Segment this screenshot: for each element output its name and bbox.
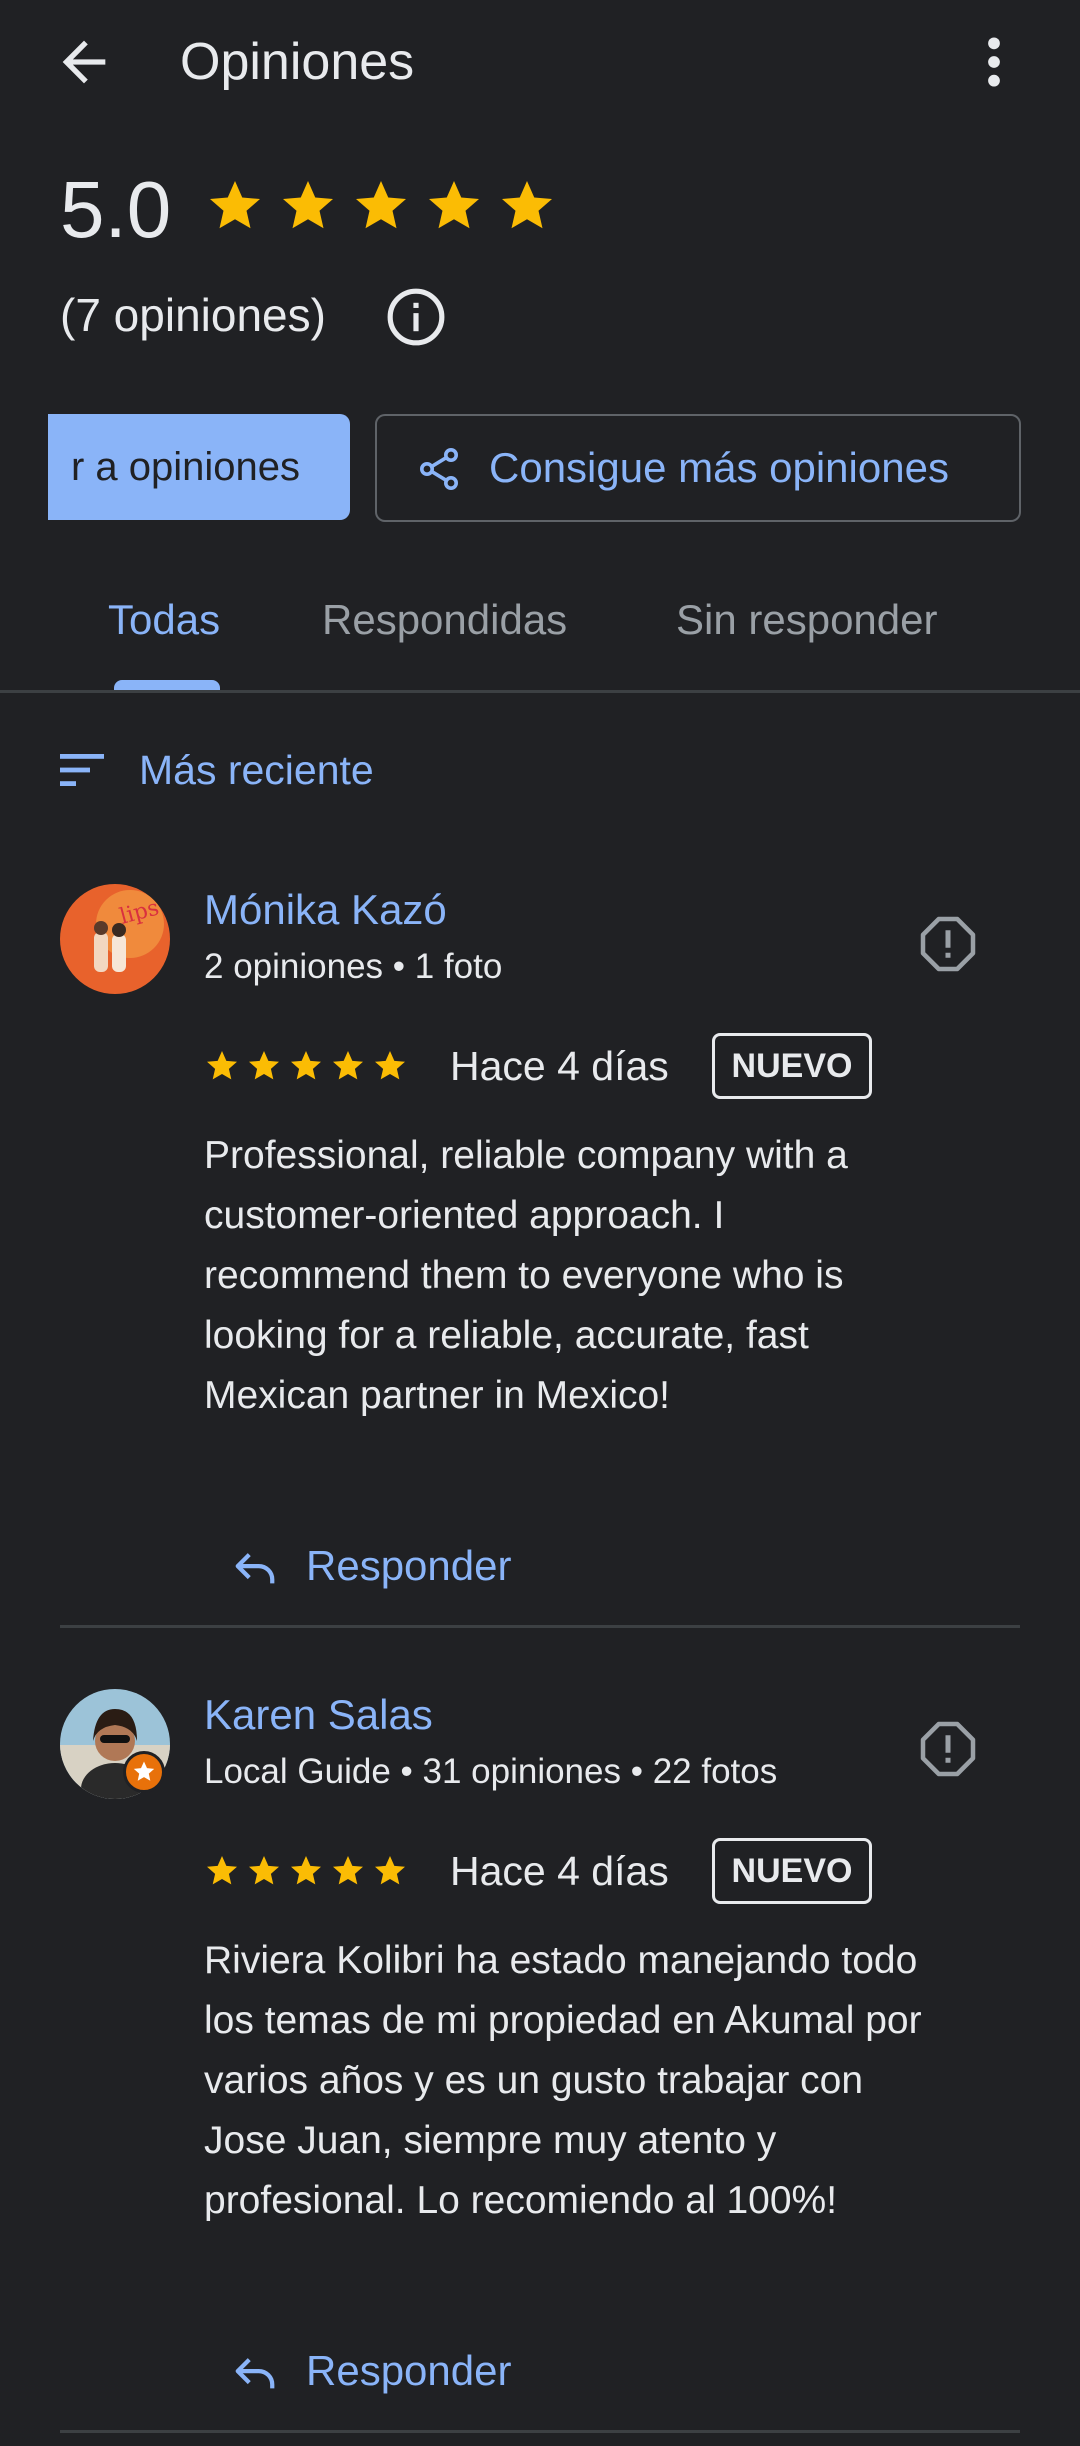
reviewer-name[interactable]: Mónika Kazó — [204, 882, 447, 938]
star-icon — [429, 181, 479, 229]
review-count: (7 opiniones) — [60, 289, 326, 341]
sort-label: Más reciente — [139, 747, 374, 793]
review-filter-tabs: Todas Respondidas Sin responder — [0, 570, 1080, 693]
sort-icon — [60, 754, 104, 786]
more-options-button[interactable] — [970, 30, 1018, 94]
reply-label: Responder — [306, 2347, 512, 2394]
reply-icon — [235, 1553, 275, 1584]
review-stars — [204, 1048, 408, 1084]
review-line: Professional, reliable company with a — [204, 1134, 848, 1177]
review-line: varios años y es un gusto trabajar con — [204, 2059, 864, 2102]
star-icon — [291, 1856, 321, 1885]
arrow-left-icon — [62, 40, 106, 84]
star-icon — [207, 1051, 237, 1080]
star-icon — [291, 1051, 321, 1080]
active-tab-indicator — [114, 680, 220, 690]
new-badge: NUEVO — [712, 1838, 872, 1904]
info-icon[interactable] — [385, 286, 447, 348]
review-divider — [60, 2430, 1020, 2433]
review-date: Hace 4 días — [450, 1043, 669, 1089]
get-more-reviews-label: Consigue más opiniones — [489, 444, 949, 491]
review-date: Hace 4 días — [450, 1848, 669, 1894]
reviewer-name[interactable]: Karen Salas — [204, 1687, 433, 1743]
reply-icon — [235, 2358, 275, 2389]
report-review-button[interactable] — [918, 914, 978, 974]
star-icon — [333, 1856, 363, 1885]
star-icon — [210, 181, 260, 229]
review-line: looking for a reliable, accurate, fast — [204, 1314, 809, 1357]
more-vert-icon — [988, 37, 1000, 87]
star-icon — [333, 1051, 363, 1080]
reviewer-meta: 2 opiniones • 1 foto — [204, 947, 503, 986]
avatar[interactable]: lips — [60, 884, 170, 994]
reply-to-reviews-label: r a opiniones — [70, 445, 300, 489]
share-icon — [420, 448, 458, 490]
review-text: Riviera Kolibri ha estado manejando todo… — [204, 1931, 1024, 2231]
review-line: Jose Juan, siempre muy atento y — [204, 2119, 777, 2162]
review-line: customer-oriented approach. I — [204, 1194, 725, 1237]
star-icon — [249, 1051, 279, 1080]
report-icon — [920, 1721, 976, 1777]
star-icon — [375, 1051, 405, 1080]
average-rating: 5.0 — [60, 165, 172, 254]
new-badge: NUEVO — [712, 1033, 872, 1099]
top-app-bar: Opiniones — [0, 0, 1080, 130]
reply-to-reviews-button[interactable]: r a opiniones — [48, 414, 350, 520]
review-line: recommend them to everyone who is — [204, 1254, 844, 1297]
reviewer-meta: Local Guide • 31 opiniones • 22 fotos — [204, 1752, 778, 1791]
review-line: Riviera Kolibri ha estado manejando todo — [204, 1939, 918, 1982]
tab-unanswered[interactable]: Sin responder — [676, 590, 938, 650]
back-button[interactable] — [52, 30, 116, 94]
local-guide-badge-icon — [123, 1751, 165, 1793]
page-title: Opiniones — [180, 33, 415, 91]
reply-label: Responder — [306, 1542, 512, 1589]
review-divider — [60, 1625, 1020, 1628]
review-line: los temas de mi propiedad en Akumal por — [204, 1999, 922, 2042]
tab-all[interactable]: Todas — [108, 590, 220, 650]
report-review-button[interactable] — [918, 1719, 978, 1779]
review-line: Mexican partner in Mexico! — [204, 1374, 671, 1417]
report-icon — [920, 916, 976, 972]
star-icon — [375, 1856, 405, 1885]
review-stars — [204, 1853, 408, 1889]
rating-stars — [205, 176, 557, 236]
get-more-reviews-button[interactable]: Consigue más opiniones — [375, 414, 1021, 522]
star-icon — [249, 1856, 279, 1885]
star-icon — [356, 181, 406, 229]
review-text: Professional, reliable company with a cu… — [204, 1126, 1024, 1426]
tab-answered[interactable]: Respondidas — [322, 590, 567, 650]
review-line: profesional. Lo recomiendo al 100%! — [204, 2179, 838, 2222]
star-icon — [502, 181, 552, 229]
star-icon — [207, 1856, 237, 1885]
star-icon — [283, 181, 333, 229]
